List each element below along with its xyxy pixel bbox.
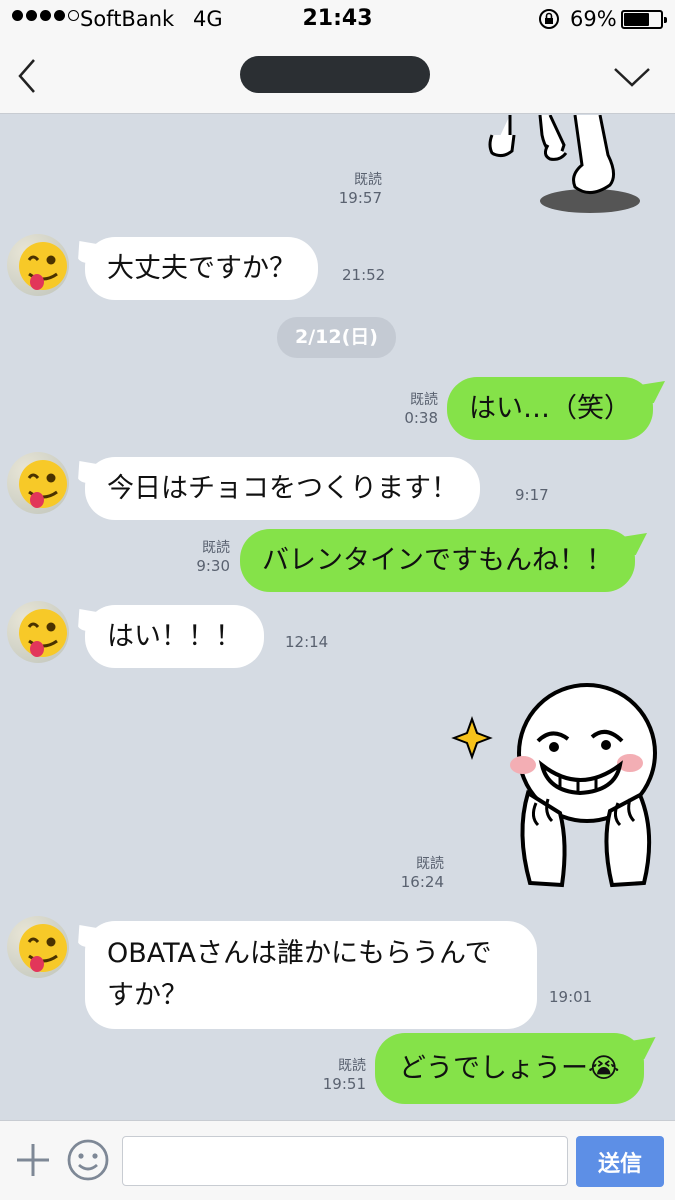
message-bubble-incoming[interactable]: OBATAさんは誰かにもらうんですか？ [85,921,537,1029]
send-button[interactable]: 送信 [576,1136,664,1187]
rotation-lock-icon [539,9,559,29]
chat-title-redacted [240,56,430,93]
winking-face-icon [19,242,67,290]
plus-icon[interactable] [14,1141,52,1179]
network-type: 4G [193,7,223,31]
message-time: 21:52 [342,266,386,284]
avatar[interactable] [7,452,69,514]
message-time: 9:17 [515,486,549,504]
chevron-down-icon[interactable] [612,64,652,90]
chat-header [0,38,675,114]
carrier-name: SoftBank [80,7,175,31]
message-input-bar: 送信 [0,1120,675,1200]
message-bubble-outgoing[interactable]: バレンタインですもんね！！ [240,529,635,593]
sticker-walking-character[interactable] [480,115,645,215]
signal-strength-icon [12,10,79,21]
message-meta: 既読 0:38 [404,392,438,428]
message-bubble-incoming[interactable]: 大丈夫ですか？ [85,237,318,301]
message-meta: 既読 19:51 [322,1058,366,1094]
message-input[interactable] [122,1136,568,1186]
winking-face-icon [19,609,67,657]
date-separator: 2/12(日) [277,317,396,358]
winking-face-icon [19,924,67,972]
message-meta: 既読 16:24 [400,856,444,892]
message-bubble-outgoing[interactable]: どうでしょうー😭 [375,1033,644,1105]
message-bubble-outgoing[interactable]: はい…（笑） [447,377,653,441]
status-bar: SoftBank 4G 21:43 69% [0,0,675,38]
message-meta: 既読 19:57 [338,172,382,208]
message-bubble-incoming[interactable]: 今日はチョコをつくります！ [85,457,480,521]
chevron-left-icon[interactable] [12,56,42,96]
sticker-grinning-character[interactable] [450,683,665,895]
message-meta: 既読 9:30 [196,540,230,576]
emoji-icon[interactable] [66,1138,110,1182]
message-time: 19:01 [549,988,593,1006]
avatar[interactable] [7,916,69,978]
winking-face-icon [19,460,67,508]
message-bubble-incoming[interactable]: はい！！！ [85,605,264,669]
avatar[interactable] [7,601,69,663]
battery-icon [621,10,667,29]
message-list[interactable]: 既読 19:57 大丈夫ですか？ 21:52 2/12(日) 既読 0:38 は… [0,115,675,1120]
battery-percent: 69% [570,7,617,31]
avatar[interactable] [7,234,69,296]
message-time: 12:14 [285,633,329,651]
